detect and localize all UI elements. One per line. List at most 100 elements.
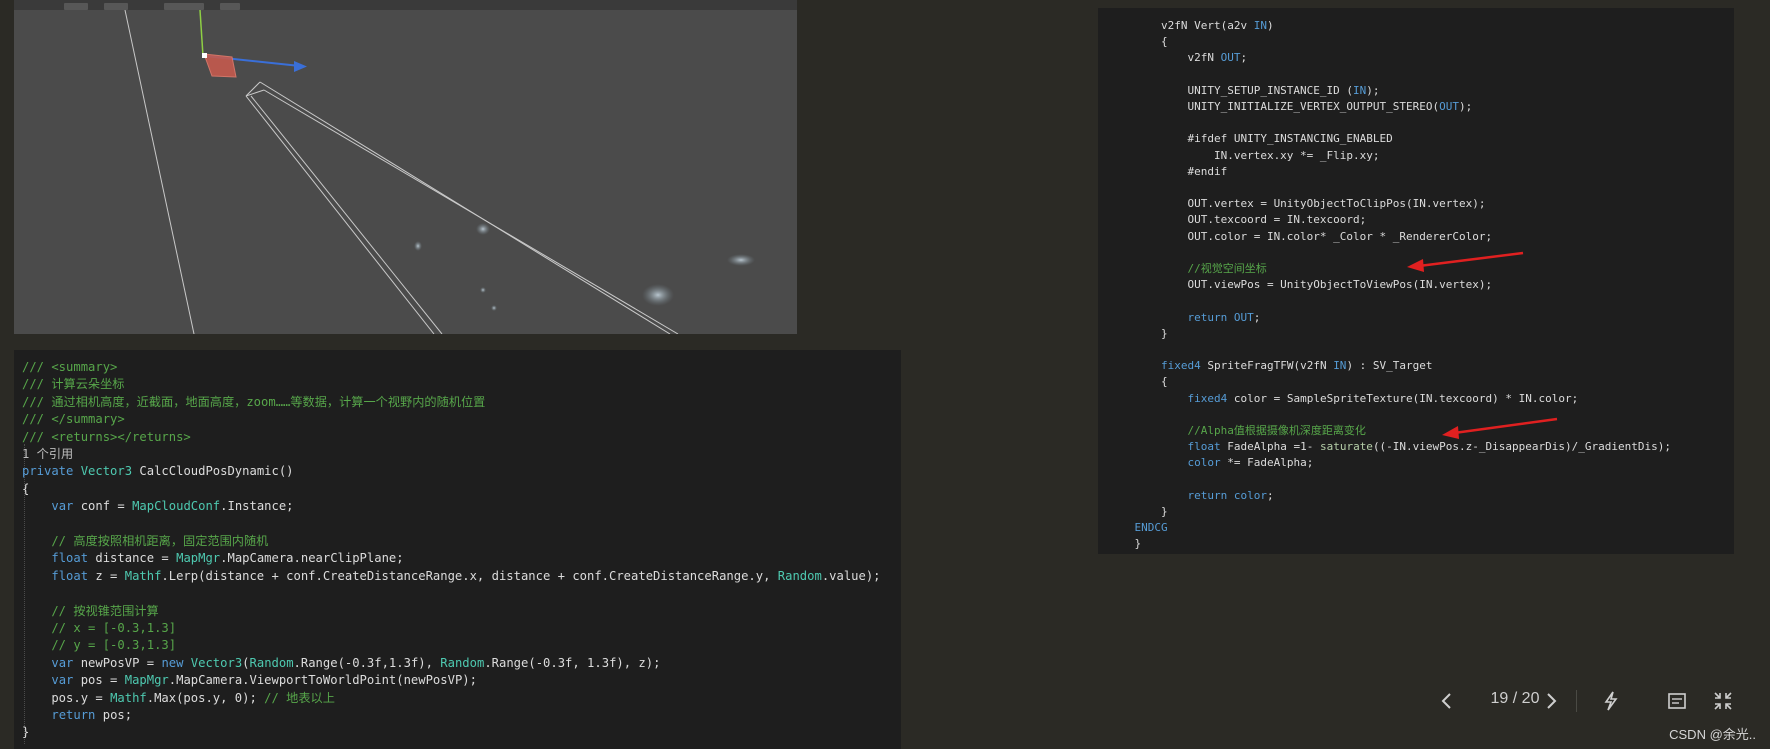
code-token: color xyxy=(1187,456,1221,470)
code-token: float xyxy=(51,568,89,583)
code-token: CalcCloudPosDynamic() xyxy=(132,464,294,479)
code-token: MapMgr xyxy=(176,551,221,566)
code-token: ( xyxy=(242,655,250,670)
scene-viewport xyxy=(14,10,797,334)
scene-view[interactable] xyxy=(14,10,797,334)
code-token: /// <returns></returns> xyxy=(22,429,191,444)
code-token: var xyxy=(51,499,74,514)
code-token: .Range(-0.3f, 1.3f), z); xyxy=(484,655,661,670)
lightning-icon xyxy=(1604,691,1618,711)
code-token: // y = [-0.3,1.3] xyxy=(22,638,177,653)
code-line: // 按视锥范围计算 xyxy=(22,603,159,619)
code-token: newPosVP = xyxy=(73,655,162,670)
code-token: .MapCamera.ViewportToWorldPoint(newPosVP… xyxy=(168,673,477,688)
code-token: MapCloudConf xyxy=(132,499,221,514)
code-line: UNITY_INITIALIZE_VERTEX_OUTPUT_STEREO(OU… xyxy=(1108,99,1472,115)
code-token: Vector3 xyxy=(80,464,133,479)
code-line: } xyxy=(22,724,29,740)
code-line: /// 计算云朵坐标 xyxy=(22,376,124,392)
code-token: } xyxy=(1108,505,1168,518)
prev-button[interactable] xyxy=(1434,688,1460,714)
action-button-3[interactable] xyxy=(1710,688,1736,714)
code-token: .Max(pos.y, 0); xyxy=(146,690,265,705)
next-button[interactable] xyxy=(1538,688,1564,714)
code-token: /// <summary> xyxy=(22,360,118,374)
image-viewer-pager: 19 / 20 xyxy=(1430,686,1770,716)
csdn-watermark: CSDN @余光.. xyxy=(1669,727,1756,742)
code-line: { xyxy=(1108,34,1168,50)
code-token: .Range(-0.3f,1.3f), xyxy=(293,655,441,670)
code-token: saturate xyxy=(1319,440,1373,454)
code-token: .value); xyxy=(821,568,881,583)
collapse-icon xyxy=(1714,692,1732,710)
code-token: // 高度按照相机距离，固定范围内随机 xyxy=(22,534,269,548)
code-line: // y = [-0.3,1.3] xyxy=(22,637,176,653)
code-token: IN xyxy=(1253,19,1267,32)
code-line: //Alpha值根据摄像机深度距离变化 xyxy=(1108,423,1366,439)
code-line: #ifdef UNITY_INSTANCING_ENABLED xyxy=(1108,131,1393,147)
code-line: float z = Mathf.Lerp(distance + conf.Cre… xyxy=(22,568,881,584)
code-token: { xyxy=(22,481,30,496)
code-token: IN xyxy=(1353,83,1367,97)
code-line: 1 个引用 xyxy=(22,446,73,462)
code-line: fixed4 color = SampleSpriteTexture(IN.te… xyxy=(1108,391,1578,407)
code-token: OUT xyxy=(1439,100,1460,113)
code-token: OUT.vertex = UnityObjectToClipPos(IN.ver… xyxy=(1108,197,1486,211)
code-line: { xyxy=(22,481,29,497)
code-line: var newPosVP = new Vector3(Random.Range(… xyxy=(22,655,660,671)
code-line: var pos = MapMgr.MapCamera.ViewportToWor… xyxy=(22,672,477,688)
code-line: } xyxy=(1108,536,1141,552)
code-token: .Lerp(distance + conf.CreateDistanceRang… xyxy=(161,568,778,583)
code-token: IN.vertex.xy *= _Flip.xy; xyxy=(1108,148,1380,162)
code-line: ENDCG xyxy=(1108,520,1167,536)
code-token: return xyxy=(51,708,96,722)
code-token: pos.y = xyxy=(22,690,111,705)
code-token: UNITY_INITIALIZE_VERTEX_OUTPUT_STEREO( xyxy=(1108,100,1440,113)
code-token: #ifdef UNITY_INSTANCING_ENABLED xyxy=(1108,132,1393,146)
code-token: float xyxy=(1187,440,1221,454)
code-line: return pos; xyxy=(22,707,132,723)
code-token: // x = [-0.3,1.3] xyxy=(22,621,177,635)
action-button-1[interactable] xyxy=(1598,688,1624,714)
code-token: ((-IN.viewPos.z-_DisappearDis)/_Gradient… xyxy=(1372,440,1671,454)
code-line: } xyxy=(1108,504,1168,520)
code-line: // x = [-0.3,1.3] xyxy=(22,620,176,636)
code-token: //视觉空间坐标 xyxy=(1108,262,1267,275)
code-token: IN xyxy=(1333,359,1347,373)
code-token: //Alpha值根据摄像机深度距离变化 xyxy=(1108,424,1366,437)
code-token: ; xyxy=(1266,488,1274,502)
toolbar-tab[interactable] xyxy=(220,3,240,10)
code-token: color xyxy=(1233,488,1267,502)
code-line: OUT.vertex = UnityObjectToClipPos(IN.ver… xyxy=(1108,196,1486,212)
code-token: 1 个引用 xyxy=(22,447,74,461)
code-token: Random xyxy=(777,568,822,583)
code-line: v2fN OUT; xyxy=(1108,50,1247,66)
scene-toolbar-strip xyxy=(14,0,797,10)
code-token: OUT.viewPos = UnityObjectToViewPos(IN.ve… xyxy=(1108,278,1493,292)
code-token: private xyxy=(22,464,81,479)
toolbar-tab[interactable] xyxy=(64,3,88,10)
code-token: var xyxy=(51,673,74,688)
toolbar-tab[interactable] xyxy=(104,3,128,10)
code-token: { xyxy=(1108,35,1168,49)
code-token: distance = xyxy=(88,551,177,566)
chevron-right-icon xyxy=(1547,693,1557,709)
code-token: fixed4 xyxy=(1187,391,1228,405)
code-token: float xyxy=(51,551,89,566)
action-button-2[interactable] xyxy=(1664,688,1690,714)
code-token: // 按视锥范围计算 xyxy=(22,603,159,618)
code-line: /// </summary> xyxy=(22,411,125,427)
toolbar-tab[interactable] xyxy=(164,3,204,10)
code-line: return OUT; xyxy=(1108,310,1260,326)
code-token: .MapCamera.nearClipPlane; xyxy=(220,551,404,566)
code-line: /// 通过相机高度，近截面，地面高度，zoom……等数据，计算一个视野内的随机… xyxy=(22,394,485,410)
